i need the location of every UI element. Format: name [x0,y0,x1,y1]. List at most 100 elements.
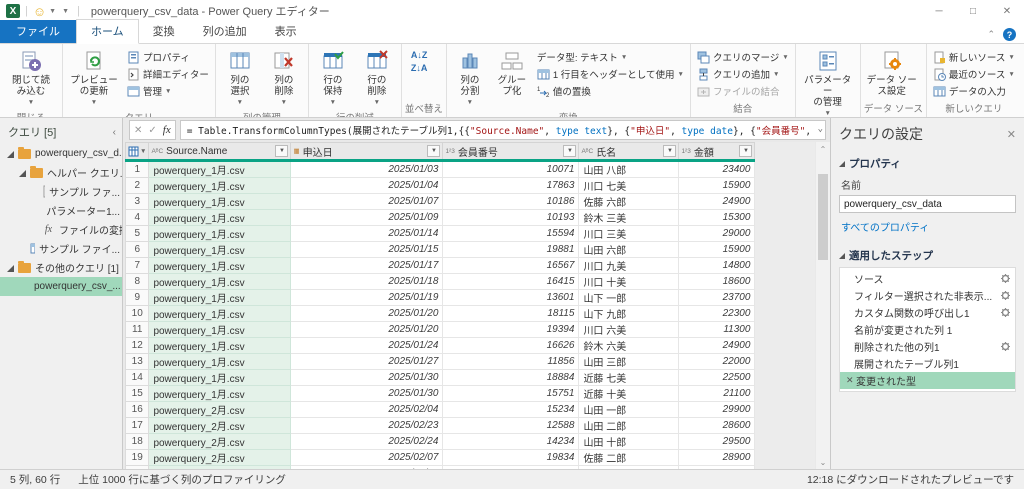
column-header-Source.Name[interactable]: AᴮC Source.Name ▼ [148,142,292,162]
row-number[interactable]: 14 [125,369,150,386]
row-number[interactable]: 16 [125,401,150,418]
cell[interactable]: 19394 [442,321,580,338]
cell[interactable]: 19881 [442,241,580,258]
split-column-button[interactable]: 列の 分割 ▼ [450,47,490,110]
remove-rows-button[interactable]: 行の 削除 ▼ [356,47,398,110]
append-queries-button[interactable]: クエリの追加 ▼ [694,66,792,82]
close-panel-icon[interactable]: ✕ [1007,128,1016,141]
cell[interactable]: 10071 [442,160,580,178]
cell[interactable]: powerquery_1月.csv [148,193,292,210]
cell[interactable]: 山田 十郎 [578,433,680,450]
close-and-load-button[interactable]: 閉じて読 み込む ▼ [3,47,59,110]
cell[interactable]: 19834 [442,449,580,466]
cell[interactable]: 2025/01/03 [290,160,444,178]
column-header-会員番号[interactable]: 1²3 会員番号 ▼ [442,142,580,162]
cell[interactable]: 14234 [442,433,580,450]
tab-home[interactable]: ホーム [76,19,139,44]
cell[interactable]: powerquery_1月.csv [148,225,292,242]
cell[interactable]: 山田 二郎 [578,417,680,434]
step-settings-gear-icon[interactable] [1000,290,1011,301]
cell[interactable]: 2025/01/18 [290,273,444,290]
cell[interactable]: powerquery_1月.csv [148,321,292,338]
tab-view[interactable]: 表示 [261,20,311,43]
cell[interactable]: 2025/01/15 [290,241,444,258]
new-source-button[interactable]: 新しいソース ▼ [930,49,1018,65]
refresh-preview-button[interactable]: プレビュー の更新 ▼ [66,47,122,110]
cell[interactable]: 28600 [678,417,756,434]
cell[interactable]: 22300 [678,305,756,322]
cell[interactable]: 川口 九美 [578,257,680,274]
minimize-button[interactable]: ─ [922,0,956,22]
cell[interactable]: powerquery_2月.csv [148,401,292,418]
use-first-row-button[interactable]: 1 行目をヘッダーとして使用 ▼ [534,66,687,82]
collapse-section-icon[interactable] [839,160,845,167]
cell[interactable]: 2025/01/07 [290,193,444,210]
cell[interactable]: 2025/01/14 [290,225,444,242]
cell[interactable]: 10186 [442,193,580,210]
column-header-金額[interactable]: 1²3 金額 ▼ [678,142,756,162]
cell[interactable]: 山田 八郎 [578,160,680,178]
row-number[interactable]: 13 [125,353,150,370]
row-number[interactable]: 2 [125,177,150,194]
cell[interactable]: powerquery_1月.csv [148,337,292,354]
applied-step[interactable]: 展開されたテーブル列1 [840,355,1015,372]
cell[interactable]: powerquery_1月.csv [148,273,292,290]
row-number[interactable]: 11 [125,321,150,338]
cell[interactable]: powerquery_1月.csv [148,241,292,258]
feedback-smiley-icon[interactable]: ☺ [33,5,46,18]
row-number[interactable]: 5 [125,225,150,242]
keep-rows-button[interactable]: 行の 保持 ▼ [312,47,354,110]
cell[interactable]: 2025/02/23 [290,417,444,434]
vertical-scrollbar[interactable]: ⌃ ⌄ [816,142,830,469]
collapse-pane-icon[interactable]: ‹ [113,127,116,138]
smiley-dropdown-icon[interactable]: ▼ [49,8,56,15]
cell[interactable]: powerquery_1月.csv [148,160,292,178]
cell[interactable]: 2025/01/20 [290,305,444,322]
cell[interactable]: 2025/01/17 [290,257,444,274]
query-tree-item[interactable]: サンプル ファ... [0,182,122,201]
cell[interactable]: 山下 九郎 [578,305,680,322]
row-number[interactable]: 7 [125,257,150,274]
cell[interactable]: 11300 [678,321,756,338]
cell[interactable]: powerquery_2月.csv [148,433,292,450]
profiling-status[interactable]: 上位 1000 行に基づく列のプロファイリング [78,472,286,487]
cell[interactable]: 16626 [442,337,580,354]
row-number[interactable]: 10 [125,305,150,322]
expand-formula-icon[interactable]: ⌄ [818,124,823,134]
filter-dropdown-icon[interactable]: ▼ [427,145,441,157]
query-tree-item[interactable]: サンプル ファイ... [0,239,122,258]
cell[interactable]: 川口 十美 [578,273,680,290]
cell[interactable]: 山田 三郎 [578,353,680,370]
cell[interactable]: powerquery_1月.csv [148,209,292,226]
applied-step[interactable]: 削除された他の列1 [840,338,1015,355]
applied-step[interactable]: カスタム関数の呼び出し1 [840,304,1015,321]
query-tree-item[interactable]: powerquery_csv_... [0,277,122,296]
applied-step[interactable]: 名前が変更された列 1 [840,321,1015,338]
step-settings-gear-icon[interactable] [1000,307,1011,318]
cell[interactable]: powerquery_1月.csv [148,177,292,194]
cell[interactable]: 18600 [678,273,756,290]
row-number[interactable]: 12 [125,337,150,354]
step-settings-gear-icon[interactable] [1000,273,1011,284]
cell[interactable]: 13601 [442,289,580,306]
cell[interactable]: 山下 一郎 [578,289,680,306]
cell[interactable]: 川口 三美 [578,225,680,242]
applied-step[interactable]: ✕ 変更された型 [840,372,1015,389]
cell[interactable]: 山田 一郎 [578,401,680,418]
merge-queries-button[interactable]: クエリのマージ ▼ [694,49,792,65]
cell[interactable]: 28900 [678,449,756,466]
cell[interactable]: 2025/01/09 [290,209,444,226]
expand-arrow-icon[interactable] [6,264,14,272]
step-settings-gear-icon[interactable] [1000,341,1011,352]
cell[interactable]: 12588 [442,417,580,434]
cell[interactable]: 16567 [442,257,580,274]
tab-add-column[interactable]: 列の追加 [189,20,261,43]
all-properties-link[interactable]: すべてのプロパティ [841,219,1016,234]
cell[interactable]: 15300 [678,209,756,226]
cell[interactable]: 2025/02/07 [290,449,444,466]
column-header-氏名[interactable]: AᴮC 氏名 ▼ [578,142,680,162]
expand-arrow-icon[interactable] [18,169,26,177]
cell[interactable]: 2025/02/24 [290,433,444,450]
expand-arrow-icon[interactable] [6,150,14,158]
row-number[interactable]: 19 [125,449,150,466]
